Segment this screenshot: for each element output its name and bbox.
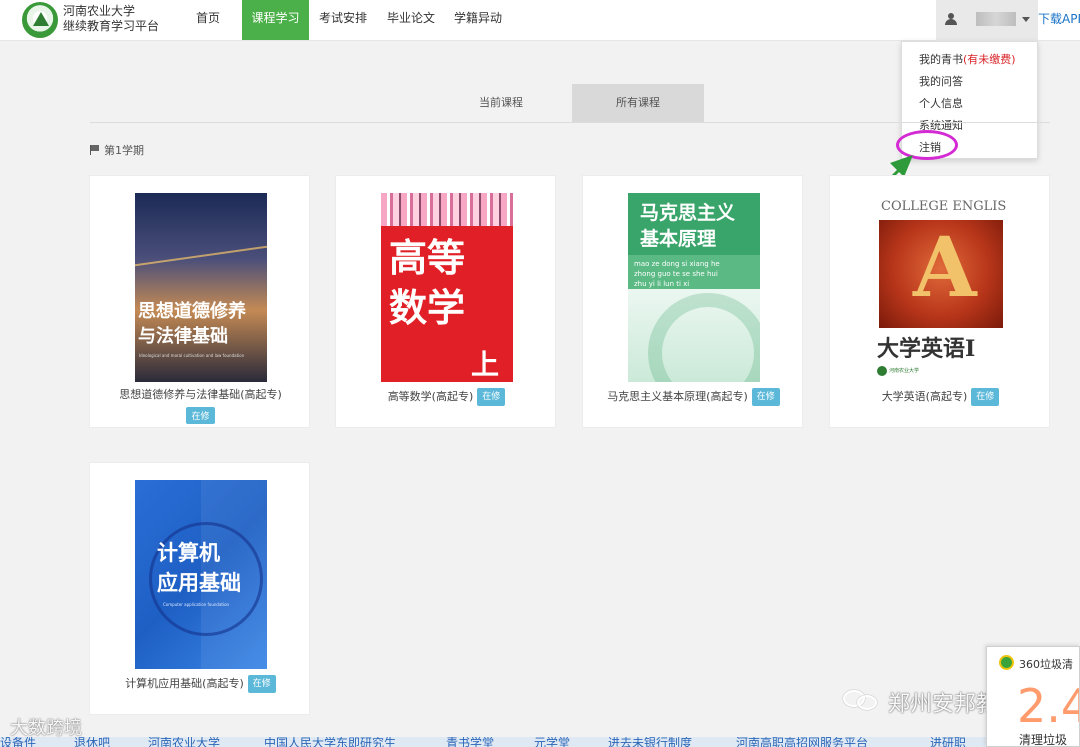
bookmark-item[interactable]: 进去未银行制度 <box>608 737 692 747</box>
cover-title: 高等 数学 <box>389 236 466 330</box>
bookmark-item[interactable]: 河南高职高招网服务平台 <box>736 737 868 747</box>
download-app-link[interactable]: 下载APP <box>1038 10 1080 27</box>
status-badge[interactable]: 在修 <box>477 388 506 406</box>
tab-all-courses[interactable]: 所有课程 <box>572 84 704 122</box>
popup-title: 360垃圾清 <box>1019 658 1073 671</box>
semester-label: 第1学期 <box>104 144 144 157</box>
status-badge[interactable]: 在修 <box>247 675 276 693</box>
cover-title: 马克思主义 基本原理 <box>640 202 736 250</box>
cover-volume: 上 <box>471 348 500 381</box>
course-title[interactable]: 计算机应用基础(高起专) <box>125 677 244 690</box>
course-title-line: 高等数学(高起专) 在修 <box>336 388 557 406</box>
popup-number: 2.4 <box>1017 679 1079 733</box>
bookmark-item[interactable]: 中国人民大学东即研究生 <box>264 737 396 747</box>
bottom-favorites-bar: 设备件 退休吧 河南农业大学 中国人民大学东即研究生 青书学堂 元学堂 进去未银… <box>0 737 1080 747</box>
cover-title: 思想道德修养 与法律基础 <box>138 301 246 347</box>
wechat-icon <box>843 688 881 710</box>
course-cover-image[interactable]: 马克思主义 基本原理 mao ze dong si xiang he zhong g… <box>628 193 760 382</box>
menu-item-my-qa[interactable]: 我的问答 <box>919 73 963 89</box>
cover-subtitle: Ideological and moral cultivation and la… <box>139 353 245 358</box>
nav-thesis[interactable]: 毕业论文 <box>382 0 440 40</box>
course-card[interactable]: 思想道德修养 与法律基础 Ideological and moral cultiv… <box>89 175 310 428</box>
logout-highlight-circle <box>896 130 958 160</box>
cover-title: 计算机 应用基础 <box>157 541 241 595</box>
course-cover-image[interactable]: 高等 数学 上 <box>381 193 513 382</box>
course-cover-image[interactable]: 思想道德修养 与法律基础 Ideological and moral cultiv… <box>135 193 267 382</box>
cover-publisher: 河南农业大学 <box>889 368 920 374</box>
nav-course-study[interactable]: 课程学习 <box>242 0 309 40</box>
top-header: 河南农业大学 继续教育学习平台 首页 课程学习 考试安排 毕业论文 学籍异动 下… <box>0 0 1080 41</box>
status-badge[interactable]: 在修 <box>186 407 215 424</box>
bookmark-item[interactable]: 进研职 <box>930 737 966 747</box>
watermark-left: 大数跨境 <box>10 718 82 739</box>
status-badge[interactable]: 在修 <box>971 388 1000 406</box>
course-title[interactable]: 思想道德修养与法律基础(高起专) <box>90 388 311 402</box>
course-card[interactable]: COLLEGE ENGLISH A 大学英语Ⅰ 河南农业大学 大学英语(高起专)… <box>829 175 1050 428</box>
brand-line-1: 河南农业大学 <box>63 4 136 18</box>
cover-pinyin: mao ze dong si xiang he zhong guo te se s… <box>634 260 720 288</box>
cover-subtitle: Computer application foundation <box>163 602 230 607</box>
nav-status-change[interactable]: 学籍异动 <box>449 0 507 40</box>
course-card[interactable]: 高等 数学 上 高等数学(高起专) 在修 <box>335 175 556 428</box>
semester-heading: 第1学期 <box>90 142 144 158</box>
status-badge[interactable]: 在修 <box>751 388 780 406</box>
brand-line-2: 继续教育学习平台 <box>63 19 160 33</box>
bookmark-item[interactable]: 河南农业大学 <box>148 737 220 747</box>
popup-360-cleaner[interactable]: 360垃圾清 2.4 清理垃圾 <box>986 646 1080 747</box>
course-cover-image[interactable]: COLLEGE ENGLISH A 大学英语Ⅰ 河南农业大学 <box>875 193 1007 382</box>
flag-icon <box>90 145 100 155</box>
course-title[interactable]: 高等数学(高起专) <box>388 390 474 403</box>
course-title[interactable]: 大学英语(高起专) <box>882 390 968 403</box>
clean-button[interactable]: 清理垃圾 <box>1019 731 1067 746</box>
nav-home[interactable]: 首页 <box>190 0 226 40</box>
brand-name[interactable]: 河南农业大学 继续教育学习平台 <box>63 4 159 34</box>
bookmark-item[interactable]: 元学堂 <box>534 737 570 747</box>
cover-letter: A <box>913 220 977 316</box>
menu-item-my-qingshu[interactable]: 我的青书(有未缴费) <box>919 51 1016 67</box>
tabs-divider <box>90 122 1050 123</box>
course-title[interactable]: 马克思主义基本原理(高起专) <box>607 390 748 403</box>
user-menu-trigger[interactable] <box>936 0 1038 41</box>
menu-item-profile[interactable]: 个人信息 <box>919 95 963 111</box>
cover-english-title: COLLEGE ENGLISH <box>881 199 1007 214</box>
course-title-line: 大学英语(高起专) 在修 <box>830 388 1051 406</box>
user-icon <box>945 13 957 25</box>
course-title-line: 马克思主义基本原理(高起专) 在修 <box>583 388 804 406</box>
bookmark-item[interactable]: 青书学堂 <box>446 737 494 747</box>
seal-icon <box>877 366 887 376</box>
course-cover-image[interactable]: 计算机 应用基础 Computer application foundation <box>135 480 267 669</box>
user-name-redacted <box>976 12 1016 26</box>
course-card[interactable]: 计算机 应用基础 Computer application foundation … <box>89 462 310 715</box>
course-card[interactable]: 马克思主义 基本原理 mao ze dong si xiang he zhong g… <box>582 175 803 428</box>
unpaid-warning: (有未缴费) <box>963 53 1016 66</box>
course-title-line: 计算机应用基础(高起专) 在修 <box>90 675 311 693</box>
cover-title: 大学英语Ⅰ <box>877 336 976 362</box>
tab-current-courses[interactable]: 当前课程 <box>456 84 546 122</box>
nav-exam-schedule[interactable]: 考试安排 <box>314 0 372 40</box>
caret-down-icon <box>1022 17 1030 22</box>
university-logo[interactable] <box>22 2 58 38</box>
360-shield-icon <box>999 655 1014 670</box>
